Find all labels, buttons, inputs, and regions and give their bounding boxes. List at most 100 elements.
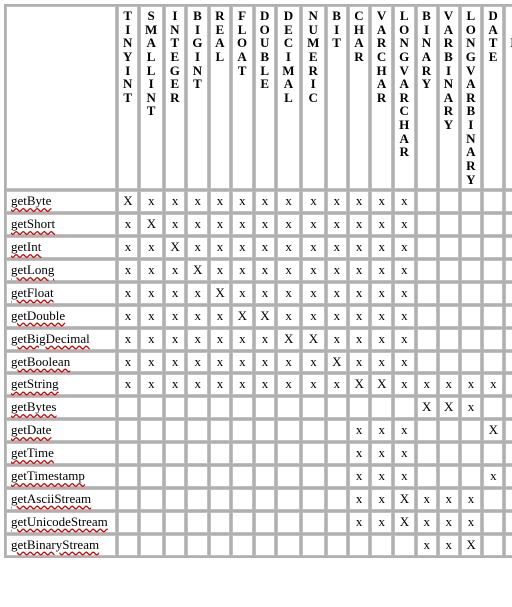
cell: x: [277, 374, 300, 395]
cell: [210, 512, 230, 533]
cell: [277, 512, 300, 533]
cell: x: [118, 374, 138, 395]
cell: [483, 352, 503, 373]
table-row: getShortxXxxxxxxxxxxx: [6, 214, 512, 235]
cell: X: [327, 352, 347, 373]
cell: x: [277, 191, 300, 212]
table-row: getBytesXXx: [6, 397, 512, 418]
cell: x: [165, 191, 186, 212]
cell: [277, 535, 300, 556]
cell: [483, 397, 503, 418]
cell: [327, 397, 347, 418]
cell: [483, 512, 503, 533]
cell: [349, 397, 370, 418]
cell: [165, 512, 186, 533]
row-header: getBigDecimal: [6, 329, 116, 350]
cell: [439, 329, 459, 350]
column-header: LONGVARBINARY: [461, 6, 482, 189]
cell: x: [140, 374, 163, 395]
cell: X: [483, 420, 503, 441]
cell: x: [277, 260, 300, 281]
cell: [461, 306, 482, 327]
cell: x: [118, 283, 138, 304]
cell: [232, 420, 253, 441]
cell: [232, 489, 253, 510]
cell: x: [118, 214, 138, 235]
cell: [505, 489, 512, 510]
cell: x: [232, 352, 253, 373]
cell: [277, 420, 300, 441]
table-row: getLongxxxXxxxxxxxxx: [6, 260, 512, 281]
row-header: getDouble: [6, 306, 116, 327]
cell: [439, 191, 459, 212]
cell: x: [394, 214, 415, 235]
cell: x: [461, 512, 482, 533]
cell: x: [302, 306, 325, 327]
row-header: getByte: [6, 191, 116, 212]
cell: [140, 397, 163, 418]
row-header: getShort: [6, 214, 116, 235]
cell: [417, 443, 437, 464]
column-header: DATE: [483, 6, 503, 189]
cell: [505, 191, 512, 212]
cell: [118, 397, 138, 418]
cell: [165, 489, 186, 510]
column-header: BINARY: [417, 6, 437, 189]
column-header: TIME: [505, 6, 512, 189]
cell: x: [371, 237, 392, 258]
cell: x: [210, 260, 230, 281]
table-row: getBigDecimalxxxxxxxXXxxxx: [6, 329, 512, 350]
cell: x: [371, 283, 392, 304]
cell: [461, 283, 482, 304]
cell: x: [255, 329, 276, 350]
cell: x: [210, 374, 230, 395]
cell: [302, 512, 325, 533]
cell: X: [461, 535, 482, 556]
column-header: LONGVARCHAR: [394, 6, 415, 189]
cell: x: [394, 329, 415, 350]
cell: [327, 512, 347, 533]
cell: [327, 466, 347, 487]
cell: X: [210, 283, 230, 304]
cell: [232, 397, 253, 418]
cell: x: [232, 237, 253, 258]
column-header: DECIMAL: [277, 6, 300, 189]
column-header: INTEGER: [165, 6, 186, 189]
cell: [232, 466, 253, 487]
cell: x: [349, 352, 370, 373]
cell: X: [439, 397, 459, 418]
cell: [483, 306, 503, 327]
cell: [461, 214, 482, 235]
cell: x: [371, 306, 392, 327]
cell: [140, 420, 163, 441]
cell: X: [302, 329, 325, 350]
cell: x: [210, 306, 230, 327]
cell: x: [394, 237, 415, 258]
cell: [165, 466, 186, 487]
cell: [439, 443, 459, 464]
cell: [327, 443, 347, 464]
cell: x: [483, 466, 503, 487]
cell: x: [302, 191, 325, 212]
cell: x: [232, 329, 253, 350]
cell: x: [349, 214, 370, 235]
row-header: getDate: [6, 420, 116, 441]
cell: x: [277, 237, 300, 258]
cell: x: [327, 374, 347, 395]
row-header: getBinaryStream: [6, 535, 116, 556]
cell: [505, 535, 512, 556]
cell: [461, 466, 482, 487]
column-header: NUMERIC: [302, 6, 325, 189]
row-header: getLong: [6, 260, 116, 281]
cell: x: [165, 214, 186, 235]
cell: [255, 512, 276, 533]
cell: [505, 237, 512, 258]
cell: [277, 397, 300, 418]
cell: x: [277, 283, 300, 304]
cell: [483, 329, 503, 350]
cell: [255, 420, 276, 441]
table-row: getStringxxxxxxxxxxXXxxxxxxx: [6, 374, 512, 395]
cell: [505, 329, 512, 350]
cell: x: [417, 535, 437, 556]
cell: x: [187, 374, 208, 395]
